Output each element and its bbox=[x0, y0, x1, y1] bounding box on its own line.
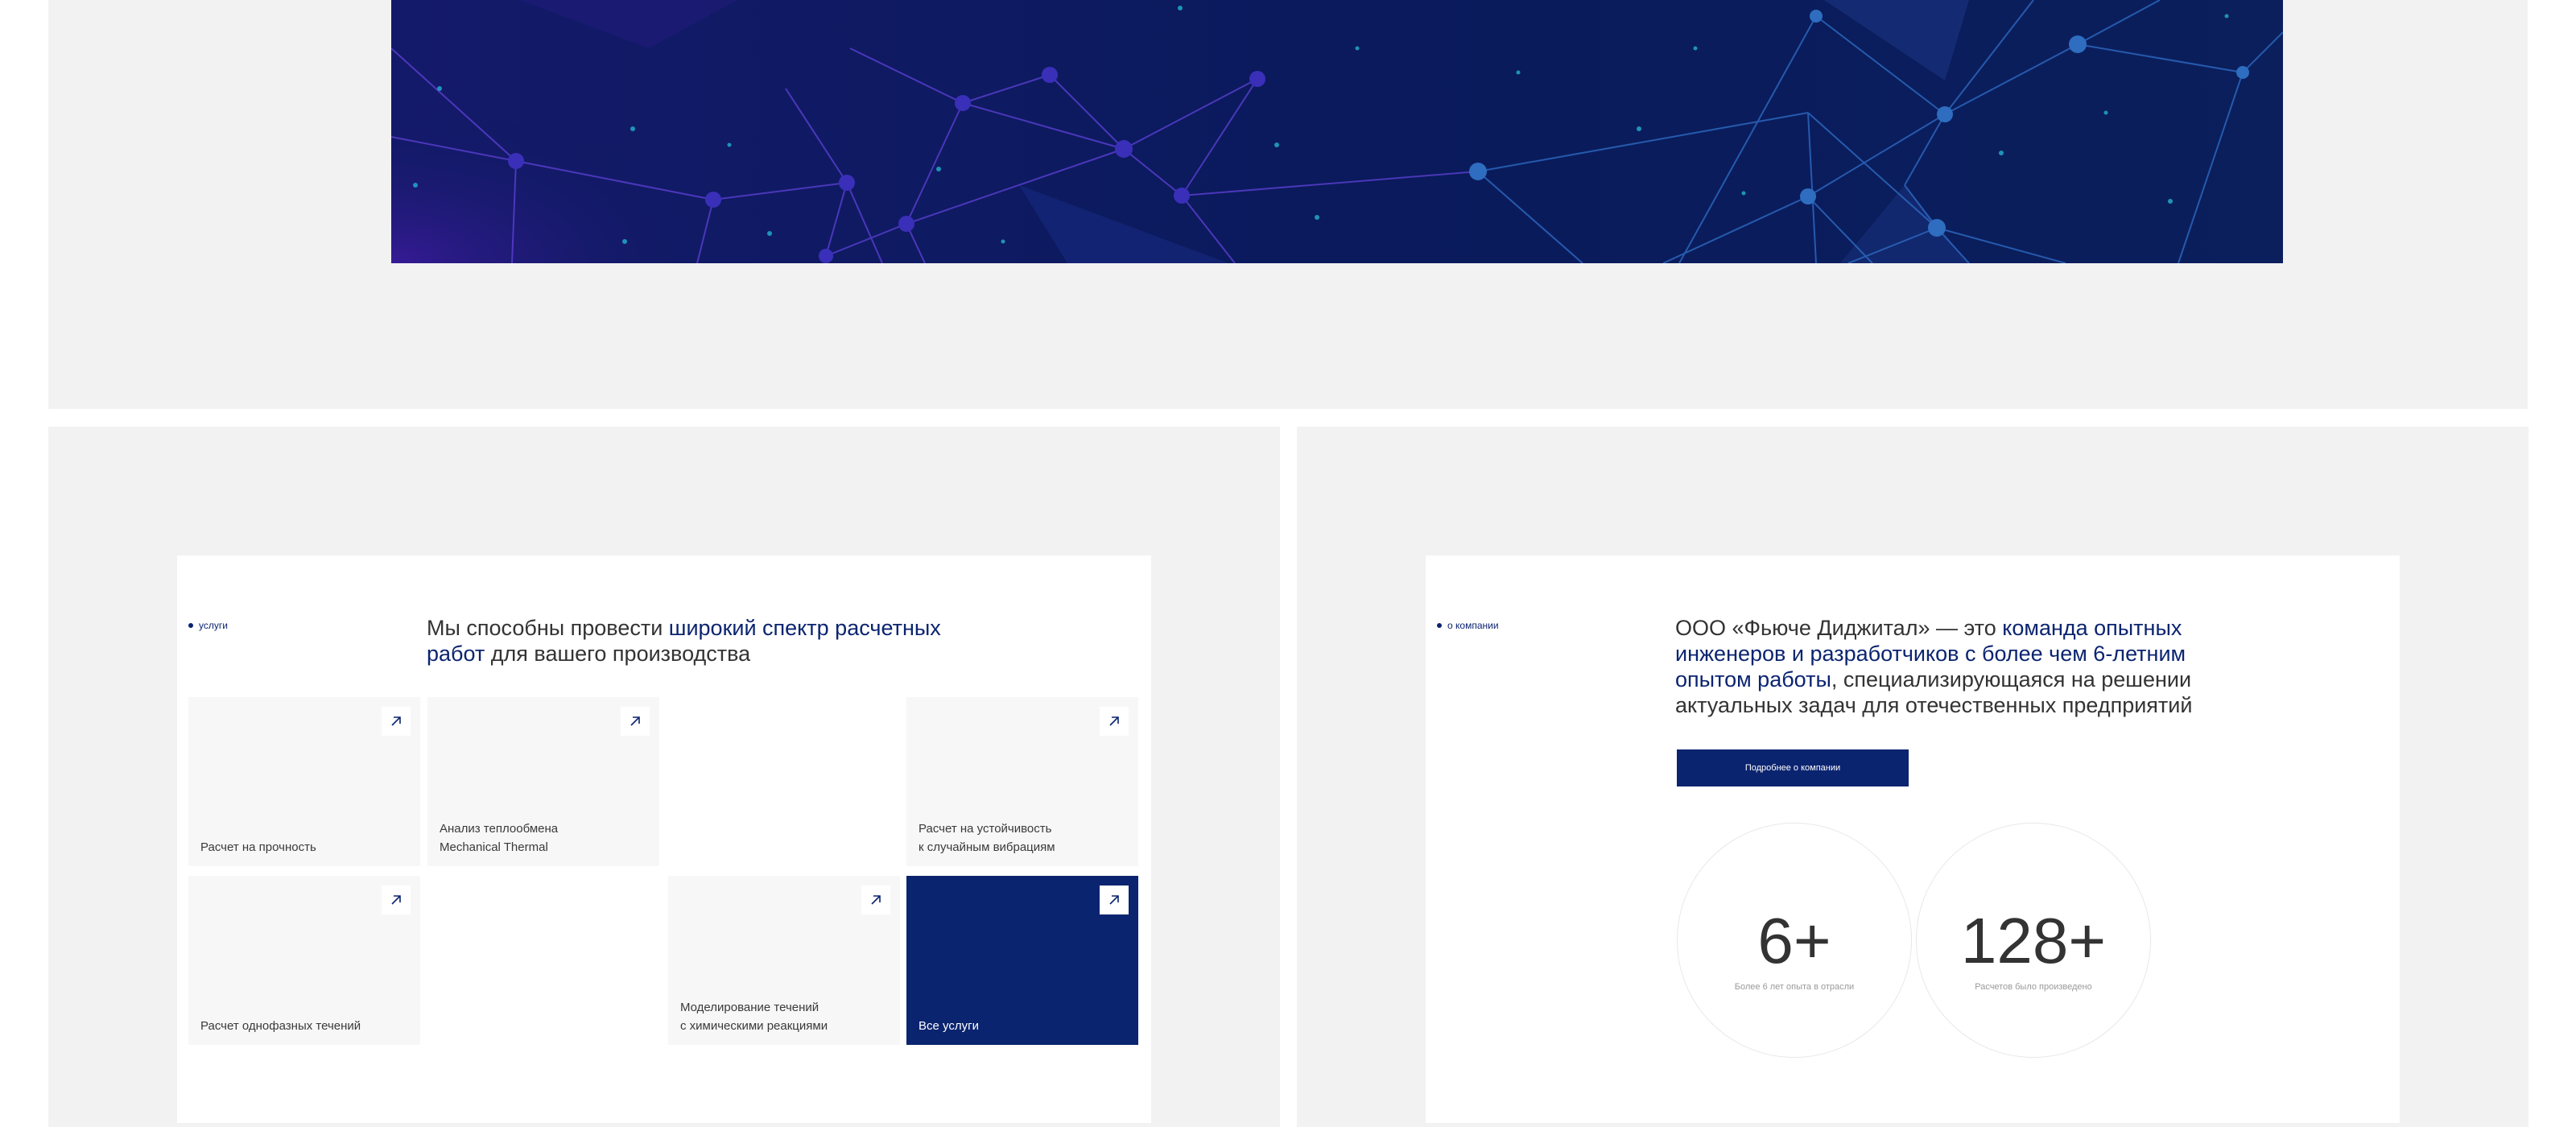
network-graphic bbox=[391, 0, 2283, 263]
services-section: услуги Мы способны провести широкий спек… bbox=[48, 427, 1280, 1127]
arrow-up-right-icon[interactable] bbox=[861, 886, 890, 914]
services-headline-post: для вашего производства bbox=[485, 642, 751, 666]
arrow-up-right-icon[interactable] bbox=[382, 707, 411, 736]
service-card-thermal[interactable]: Анализ теплообмена Mechanical Thermal bbox=[427, 697, 659, 866]
services-card: услуги Мы способны провести широкий спек… bbox=[177, 555, 1151, 1123]
stat-calculations: 128+ Расчетов было произведено bbox=[1916, 823, 2151, 1058]
hero-network-image bbox=[391, 0, 2283, 263]
service-card-label: Расчет на устойчивость к случайным вибра… bbox=[919, 822, 1055, 854]
about-section: о компании ООО «Фьюче Диджитал» — это ко… bbox=[1297, 427, 2529, 1127]
stat-description: Расчетов было произведено bbox=[1975, 982, 2092, 992]
arrow-up-right-icon[interactable] bbox=[1100, 707, 1129, 736]
services-tag-label: услуги bbox=[199, 620, 228, 631]
arrow-up-right-icon[interactable] bbox=[1100, 886, 1129, 914]
about-tag-label: о компании bbox=[1447, 620, 1499, 631]
dot-icon bbox=[188, 623, 193, 628]
service-card-single-phase[interactable]: Расчет однофазных течений bbox=[188, 876, 420, 1045]
stat-years: 6+ Более 6 лет опыта в отрасли bbox=[1677, 823, 1912, 1058]
services-tag: услуги bbox=[188, 620, 228, 631]
service-card-strength[interactable]: Расчет на прочность bbox=[188, 697, 420, 866]
all-services-card[interactable]: Все услуги bbox=[906, 876, 1138, 1045]
services-headline: Мы способны провести широкий спектр расч… bbox=[427, 615, 958, 667]
hero-section bbox=[48, 0, 2528, 409]
service-card-label: Моделирование течений с химическими реак… bbox=[680, 1001, 828, 1033]
about-headline: ООО «Фьюче Диджитал» — это команда опытн… bbox=[1675, 615, 2239, 718]
about-headline-pre: ООО «Фьюче Диджитал» — это bbox=[1675, 616, 2003, 640]
service-card-label: Анализ теплообмена Mechanical Thermal bbox=[440, 822, 559, 854]
arrow-up-right-icon[interactable] bbox=[621, 707, 650, 736]
about-card: о компании ООО «Фьюче Диджитал» — это ко… bbox=[1426, 555, 2400, 1123]
dot-icon bbox=[1437, 623, 1442, 628]
service-card-chemical-flows[interactable]: Моделирование течений с химическими реак… bbox=[668, 876, 900, 1045]
services-headline-pre: Мы способны провести bbox=[427, 616, 669, 640]
about-more-button[interactable]: Подробнее о компании bbox=[1677, 749, 1909, 786]
about-tag: о компании bbox=[1437, 620, 1499, 631]
arrow-up-right-icon[interactable] bbox=[382, 886, 411, 914]
service-card-label: Расчет однофазных течений bbox=[200, 1019, 361, 1033]
service-card-label: Расчет на прочность bbox=[200, 840, 316, 854]
stat-value: 6+ bbox=[1757, 905, 1831, 976]
stat-value: 128+ bbox=[1960, 905, 2107, 976]
service-card-vibration[interactable]: Расчет на устойчивость к случайным вибра… bbox=[906, 697, 1138, 866]
stat-description: Более 6 лет опыта в отрасли bbox=[1734, 982, 1855, 992]
all-services-label: Все услуги bbox=[919, 1019, 979, 1033]
